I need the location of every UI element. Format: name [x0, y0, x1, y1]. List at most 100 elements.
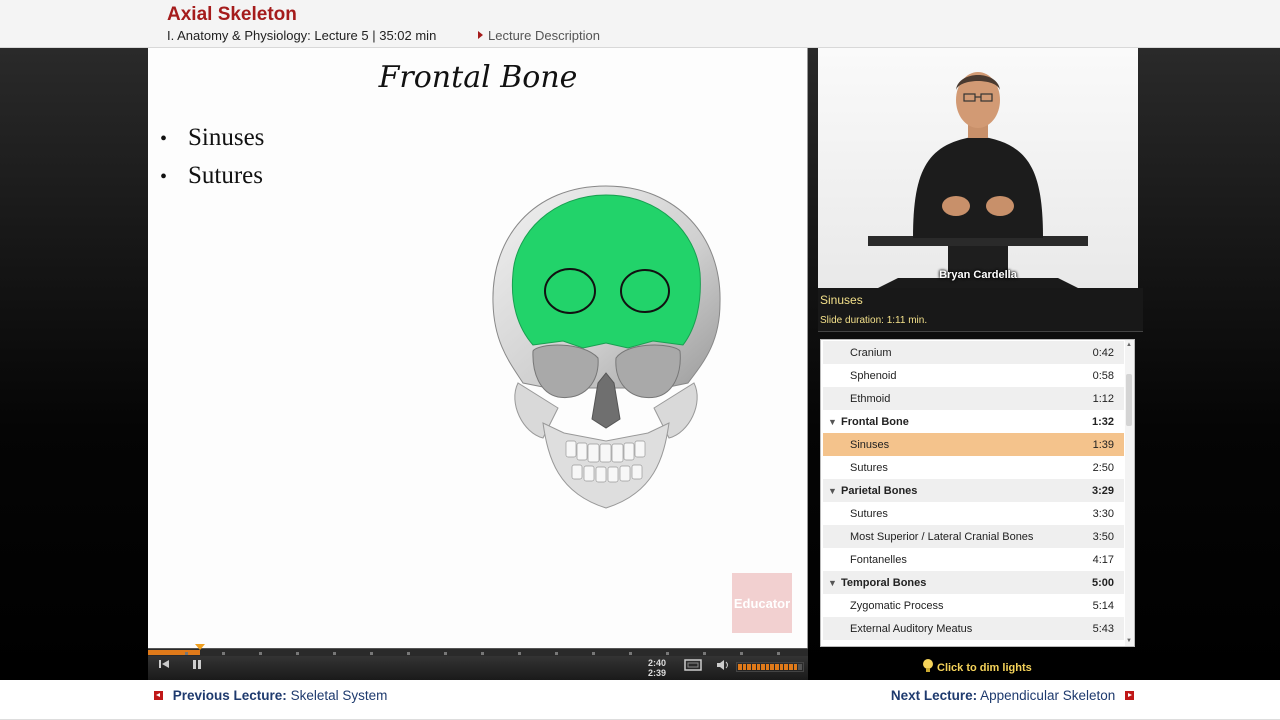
collapse-icon[interactable]: ▼ — [828, 486, 837, 496]
time-display: 2:40 2:39 — [648, 658, 672, 678]
chapter-marker — [740, 652, 743, 655]
slide-bullet-text: Sutures — [188, 162, 263, 189]
toc-label: Sutures — [850, 507, 888, 520]
bullet-icon: • — [160, 128, 168, 150]
toc-item[interactable]: Ethmoid 1:12 — [823, 387, 1124, 410]
scroll-up-icon[interactable]: ▲ — [1126, 342, 1132, 348]
volume-slider[interactable] — [736, 662, 804, 672]
chapter-marker — [333, 652, 336, 655]
toc-item[interactable]: Cranium 0:42 — [823, 341, 1124, 364]
toc-item[interactable]: Sutures 3:30 — [823, 502, 1124, 525]
toc-time: 4:17 — [1092, 553, 1114, 566]
chapter-marker — [259, 652, 262, 655]
caret-right-icon — [478, 31, 483, 39]
toc-time: 1:12 — [1092, 392, 1114, 405]
skull-illustration — [492, 185, 721, 509]
slide-panel: Frontal Bone • Sinuses • Sutures Educato… — [148, 48, 808, 648]
scroll-down-icon[interactable]: ▼ — [1126, 638, 1132, 644]
dim-lights-button[interactable]: Click to dim lights — [922, 658, 1032, 674]
chapter-marker — [703, 652, 706, 655]
toc-item[interactable]: External Auditory Meatus 5:43 — [823, 617, 1124, 640]
toc-label: Zygomatic Process — [850, 599, 944, 612]
pause-button[interactable] — [192, 659, 202, 672]
lightbulb-icon — [923, 659, 933, 672]
toc-label: Fontanelles — [850, 553, 907, 566]
chapter-marker — [444, 652, 447, 655]
toc-time: 5:00 — [1091, 576, 1114, 589]
toc-label: Sutures — [850, 461, 888, 474]
slide-bullet-text: Sinuses — [188, 124, 265, 151]
toc-item[interactable]: Sphenoid 0:58 — [823, 364, 1124, 387]
slide-bullet: • Sutures — [160, 162, 263, 190]
toc-item[interactable]: Most Superior / Lateral Cranial Bones 3:5… — [823, 525, 1124, 548]
chapter-marker — [629, 652, 632, 655]
toc-section[interactable]: ▼ Frontal Bone 1:32 — [823, 410, 1124, 433]
page-title: Axial Skeleton — [167, 4, 297, 25]
lecture-description-link[interactable]: Lecture Description — [478, 28, 600, 43]
progress-thumb-icon[interactable] — [195, 644, 206, 650]
collapse-icon[interactable]: ▼ — [828, 417, 837, 427]
chapter-marker — [370, 652, 373, 655]
volume-segment — [775, 664, 779, 670]
toc-time: 0:42 — [1092, 346, 1114, 359]
toc-label: Temporal Bones — [841, 576, 927, 589]
collapse-icon[interactable]: ▼ — [828, 578, 837, 588]
chapter-marker — [777, 652, 780, 655]
volume-segment — [761, 664, 765, 670]
toc-time: 2:50 — [1092, 461, 1114, 474]
toc-scrollbar[interactable]: ▲ ▼ — [1125, 340, 1134, 646]
next-lecture-link[interactable]: Next Lecture: Appendicular Skeleton — [891, 688, 1134, 703]
toc-label: External Auditory Meatus — [850, 622, 973, 635]
mute-button[interactable] — [716, 660, 730, 673]
toc-label: Ethmoid — [850, 392, 891, 405]
chapter-marker — [518, 652, 521, 655]
dim-lights-label: Click to dim lights — [937, 662, 1032, 674]
presenter-video[interactable]: Bryan Cardella — [818, 48, 1138, 288]
skip-back-icon — [159, 660, 169, 668]
toc-time: 3:29 — [1091, 484, 1114, 497]
speaker-icon — [717, 660, 728, 670]
toc-item[interactable]: Sutures 2:50 — [823, 456, 1124, 479]
toc-label: Sphenoid — [850, 369, 897, 382]
slide-duration: Slide duration: 1:11 min. — [820, 315, 928, 326]
toc-time: 0:58 — [1092, 369, 1114, 382]
volume-segment — [751, 664, 756, 670]
toc-label: Frontal Bone — [841, 415, 909, 428]
presenter-illustration — [868, 72, 1088, 288]
previous-lecture-prefix: Previous Lecture: — [172, 688, 287, 703]
skip-back-button[interactable] — [158, 659, 170, 672]
presenter-name: Bryan Cardella — [939, 269, 1017, 281]
toc-label: Cranium — [850, 346, 892, 359]
toc-item[interactable]: Zygomatic Process 5:14 — [823, 594, 1124, 617]
previous-lecture-link[interactable]: Previous Lecture: Skeletal System — [154, 688, 387, 703]
toc-section[interactable]: ▼ Temporal Bones 5:00 — [823, 571, 1124, 594]
arrow-left-icon — [154, 691, 163, 700]
volume-segment — [742, 664, 747, 670]
chapter-marker — [296, 652, 299, 655]
slide-bullet: • Sinuses — [160, 124, 264, 152]
toc-section[interactable]: ▼ Parietal Bones 3:29 — [823, 479, 1124, 502]
slide-title: Frontal Bone — [378, 60, 578, 95]
progress-bar[interactable] — [148, 644, 808, 656]
toc-label: Sinuses — [850, 438, 890, 451]
toc-label: Parietal Bones — [841, 484, 918, 497]
toc-label: Most Superior / Lateral Cranial Bones — [850, 530, 1034, 543]
toc-item[interactable]: Sinuses 1:39 — [823, 433, 1124, 456]
bullet-icon: • — [160, 166, 168, 188]
lecture-nav-footer: Previous Lecture: Skeletal System Next L… — [0, 680, 1280, 720]
lecture-description-label: Lecture Description — [488, 28, 600, 43]
chapter-marker — [666, 652, 669, 655]
volume-segment — [765, 664, 770, 670]
toc-scroll-thumb[interactable] — [1126, 374, 1132, 426]
toc-item[interactable]: Fontanelles 4:17 — [823, 548, 1124, 571]
educator-logo: Educator — [732, 573, 792, 633]
toc-time: 1:39 — [1092, 438, 1114, 451]
video-controls: 2:40 2:39 — [148, 644, 808, 680]
lecture-meta: I. Anatomy & Physiology: Lecture 5 | 35:… — [167, 28, 437, 43]
elapsed-time: 2:40 — [648, 658, 667, 668]
pause-icon — [193, 660, 201, 669]
toc-time: 5:14 — [1092, 599, 1114, 612]
volume-segment — [793, 664, 798, 670]
fullscreen-button[interactable] — [684, 659, 702, 674]
previous-lecture-title: Skeletal System — [290, 688, 388, 703]
